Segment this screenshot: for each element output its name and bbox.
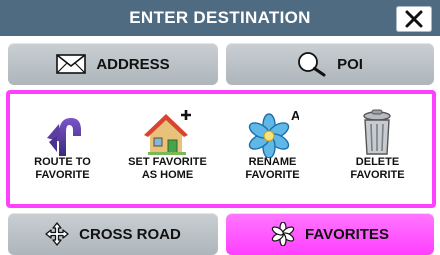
- route-arrow-icon: [47, 118, 81, 156]
- svg-text:A: A: [291, 108, 299, 123]
- route-to-favorite-line2: FAVORITE: [35, 169, 90, 181]
- set-favorite-as-home-button[interactable]: SET FAVORITE AS HOME: [115, 94, 220, 204]
- favorites-panel: ROUTE TO FAVORITE SET FAVORITE AS HOME A…: [6, 90, 436, 208]
- page-title: ENTER DESTINATION: [129, 8, 311, 27]
- envelope-icon: [56, 54, 87, 74]
- rename-favorite-line2: FAVORITE: [245, 169, 300, 181]
- delete-favorite-line1: DELETE: [355, 156, 400, 168]
- crossroad-arrows-icon: [45, 222, 69, 246]
- delete-favorite-line2: FAVORITE: [350, 169, 405, 181]
- flower-a-icon: A: [248, 108, 299, 158]
- poi-tab[interactable]: POI: [226, 43, 434, 85]
- cross-road-tab-label: CROSS ROAD: [79, 225, 181, 243]
- title-bar: ENTER DESTINATION: [0, 0, 440, 36]
- route-to-favorite-button[interactable]: ROUTE TO FAVORITE: [10, 94, 115, 204]
- address-tab[interactable]: ADDRESS: [8, 43, 218, 85]
- delete-favorite-button[interactable]: DELETE FAVORITE: [325, 94, 430, 204]
- favorites-tab[interactable]: FAVORITES: [226, 213, 434, 255]
- set-favorite-line2: AS HOME: [141, 169, 194, 181]
- rename-favorite-line1: RENAME: [248, 156, 297, 168]
- rename-favorite-button[interactable]: A RENAME FAVORITE: [220, 94, 325, 204]
- poi-tab-label: POI: [337, 55, 363, 73]
- favorites-tab-label: FAVORITES: [305, 225, 389, 243]
- close-button[interactable]: [396, 6, 432, 32]
- favorites-icon: [271, 222, 295, 246]
- address-tab-label: ADDRESS: [96, 55, 170, 73]
- set-favorite-line1: SET FAVORITE: [128, 156, 207, 168]
- cross-road-tab[interactable]: CROSS ROAD: [8, 213, 218, 255]
- house-plus-icon: [144, 110, 191, 155]
- search-icon: [298, 52, 326, 77]
- route-to-favorite-line1: ROUTE TO: [34, 156, 91, 168]
- trash-can-icon: [363, 109, 391, 155]
- close-icon: [405, 10, 423, 28]
